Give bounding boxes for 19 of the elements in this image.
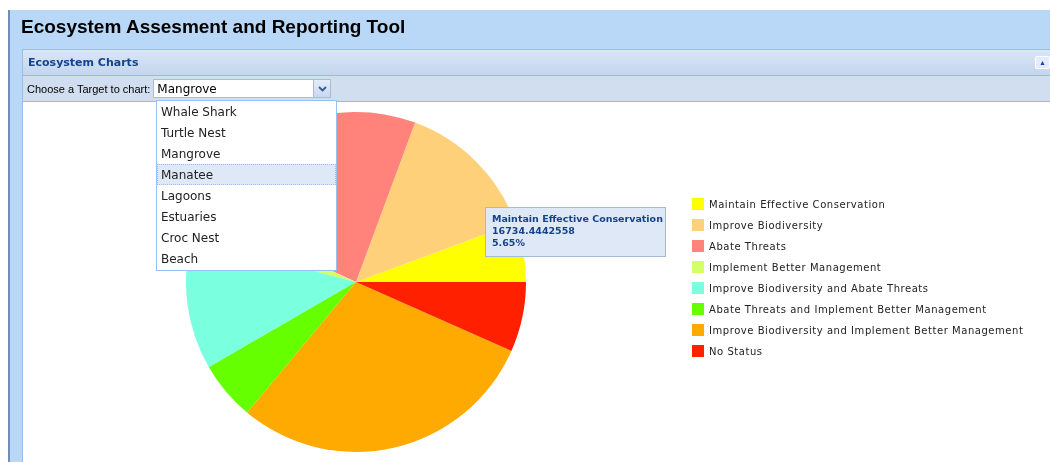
tooltip-percent: 5.65% [492, 237, 525, 249]
target-combo[interactable]: Mangrove [153, 79, 332, 98]
chevron-down-icon [317, 85, 327, 92]
legend-label: Implement Better Management [709, 261, 882, 273]
tooltip-value: 16734.4442558 [492, 225, 575, 237]
legend-label: Abate Threats and Implement Better Management [709, 303, 987, 315]
legend-label: Improve Biodiversity and Abate Threats [709, 282, 929, 294]
legend-label: Abate Threats [709, 240, 787, 252]
dropdown-button[interactable] [313, 80, 331, 97]
panel-title: Ecosystem Charts [28, 56, 139, 69]
legend-label: Maintain Effective Conservation [709, 198, 886, 210]
combo-value: Mangrove [156, 81, 218, 97]
legend-label: Improve Biodiversity [709, 219, 824, 231]
dropdown-option[interactable]: Manatee [157, 164, 336, 185]
tooltip-title: Maintain Effective Conservation [492, 213, 663, 225]
app-title: Ecosystem Assesment and Reporting Tool [20, 15, 407, 39]
legend-label: No Status [709, 345, 763, 357]
legend-label: Improve Biodiversity and Implement Better Management [709, 324, 1024, 336]
target-label: Choose a Target to chart: [27, 82, 151, 95]
